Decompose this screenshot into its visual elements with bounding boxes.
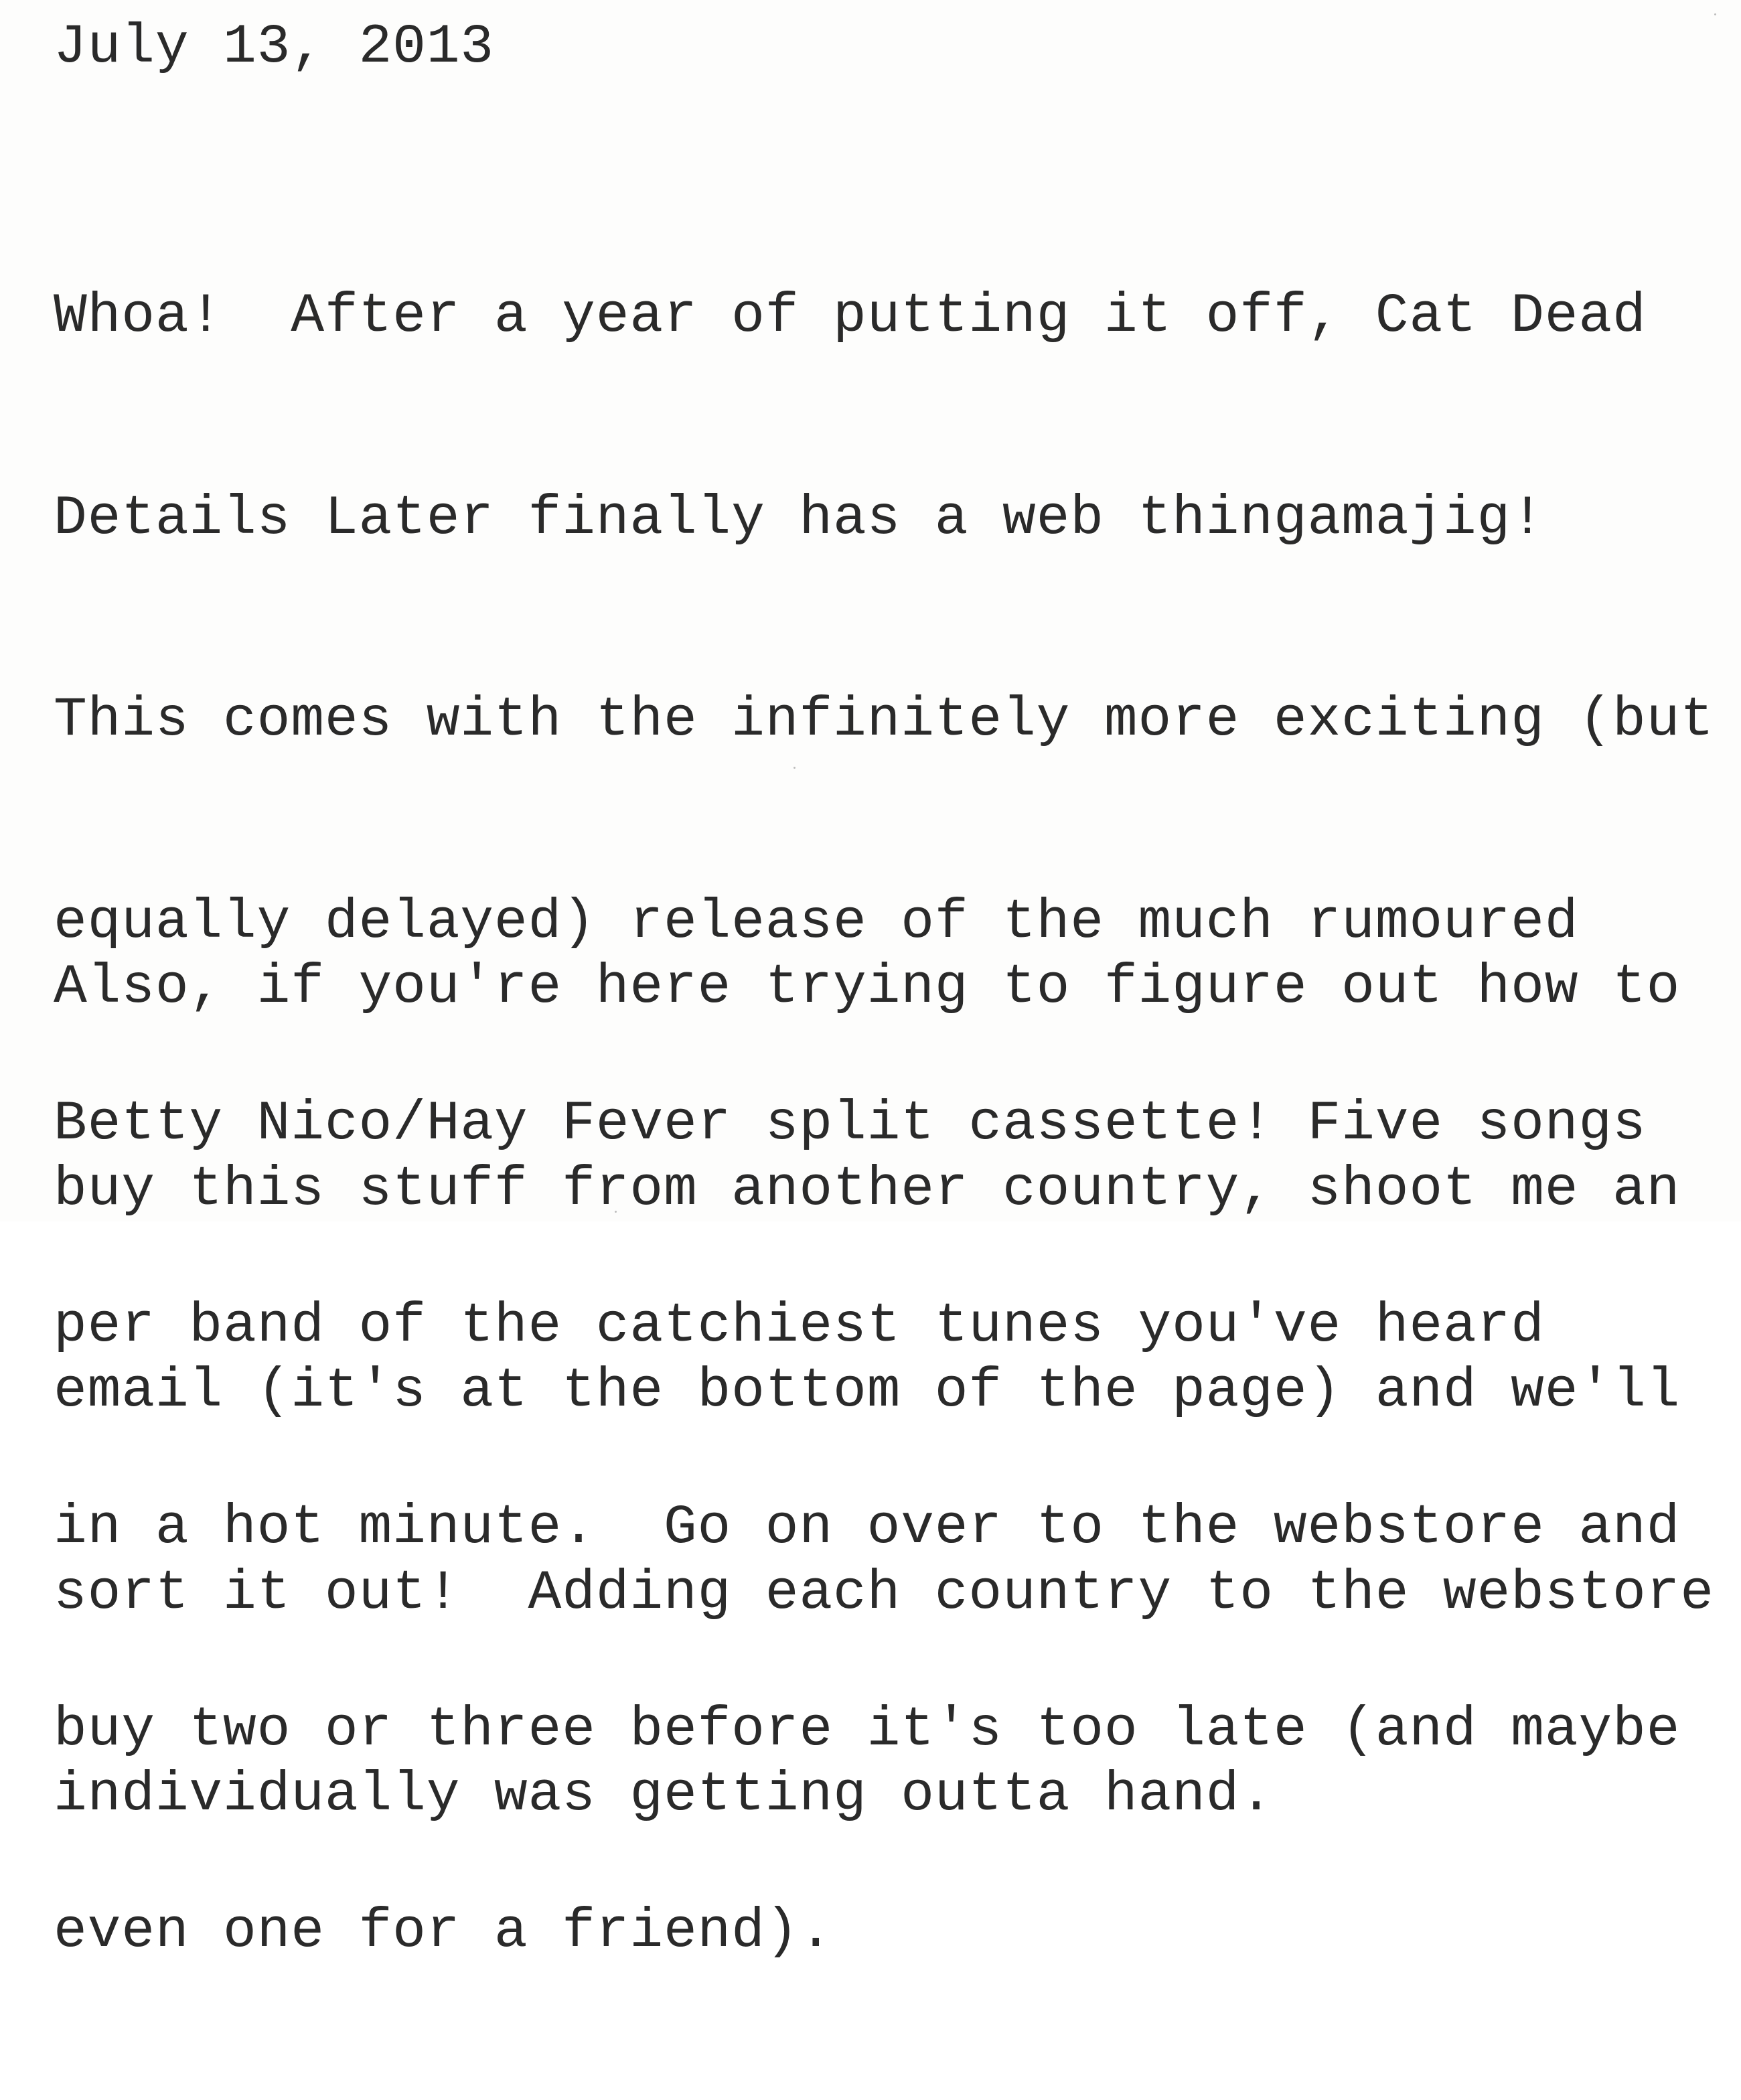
text-line: Details Later finally has a web thingama… [54, 486, 1545, 550]
paper-speck [1714, 13, 1716, 15]
text-line: This comes with the infinitely more exci… [54, 688, 1714, 751]
text-line: Also, if you're here trying to figure ou… [54, 956, 1681, 1019]
text-line: individually was getting outta hand. [54, 1763, 1274, 1826]
paper-speck [615, 1211, 617, 1213]
paragraph-international-orders: Also, if you're here trying to figure ou… [54, 819, 1714, 1963]
text-line: Whoa! After a year of putting it off, Ca… [54, 285, 1647, 348]
text-line: sort it out! Adding each country to the … [54, 1561, 1714, 1625]
paper-speck [793, 767, 796, 769]
date-line: July 13, 2013 [54, 15, 494, 78]
typed-page: July 13, 2013 Whoa! After a year of putt… [0, 0, 1741, 1963]
text-line: email (it's at the bottom of the page) a… [54, 1359, 1681, 1422]
text-line: buy this stuff from another country, sho… [54, 1157, 1681, 1221]
